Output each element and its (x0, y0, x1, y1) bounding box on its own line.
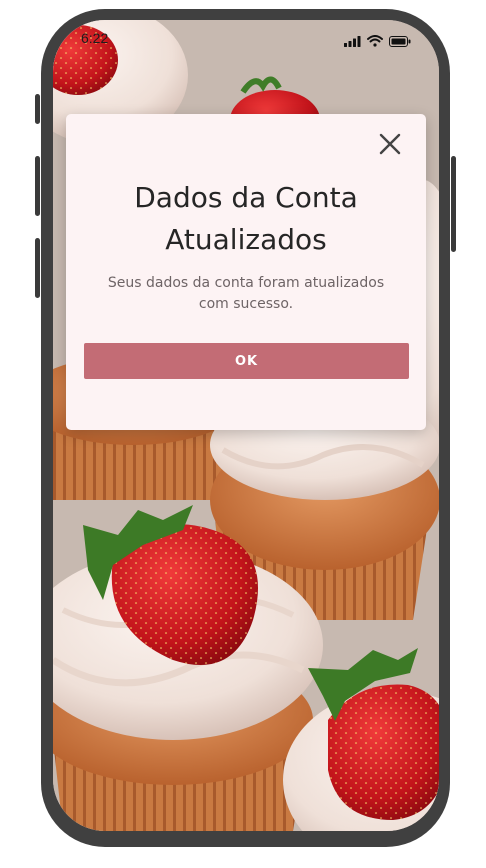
cellular-signal-icon (344, 32, 361, 51)
phone-volume-down-button (35, 238, 40, 298)
wifi-icon (367, 32, 383, 51)
dialog-message: Seus dados da conta foram atualizados co… (107, 275, 385, 312)
phone-volume-up-button (35, 156, 40, 216)
close-icon[interactable] (379, 133, 401, 159)
account-updated-dialog: Dados da Conta Atualizados Seus dados da… (66, 114, 426, 430)
status-time: 6:22 (81, 30, 109, 46)
status-icons (344, 32, 411, 51)
phone-screen: 6:22 Dados da Conta Atualizados Seus dad… (53, 20, 439, 831)
close-button[interactable] (376, 132, 404, 160)
ok-button[interactable]: OK (84, 343, 409, 379)
phone-silent-switch (35, 94, 40, 124)
dialog-title: Dados da Conta Atualizados (134, 181, 358, 256)
battery-icon (389, 32, 411, 51)
phone-power-button (451, 156, 456, 252)
